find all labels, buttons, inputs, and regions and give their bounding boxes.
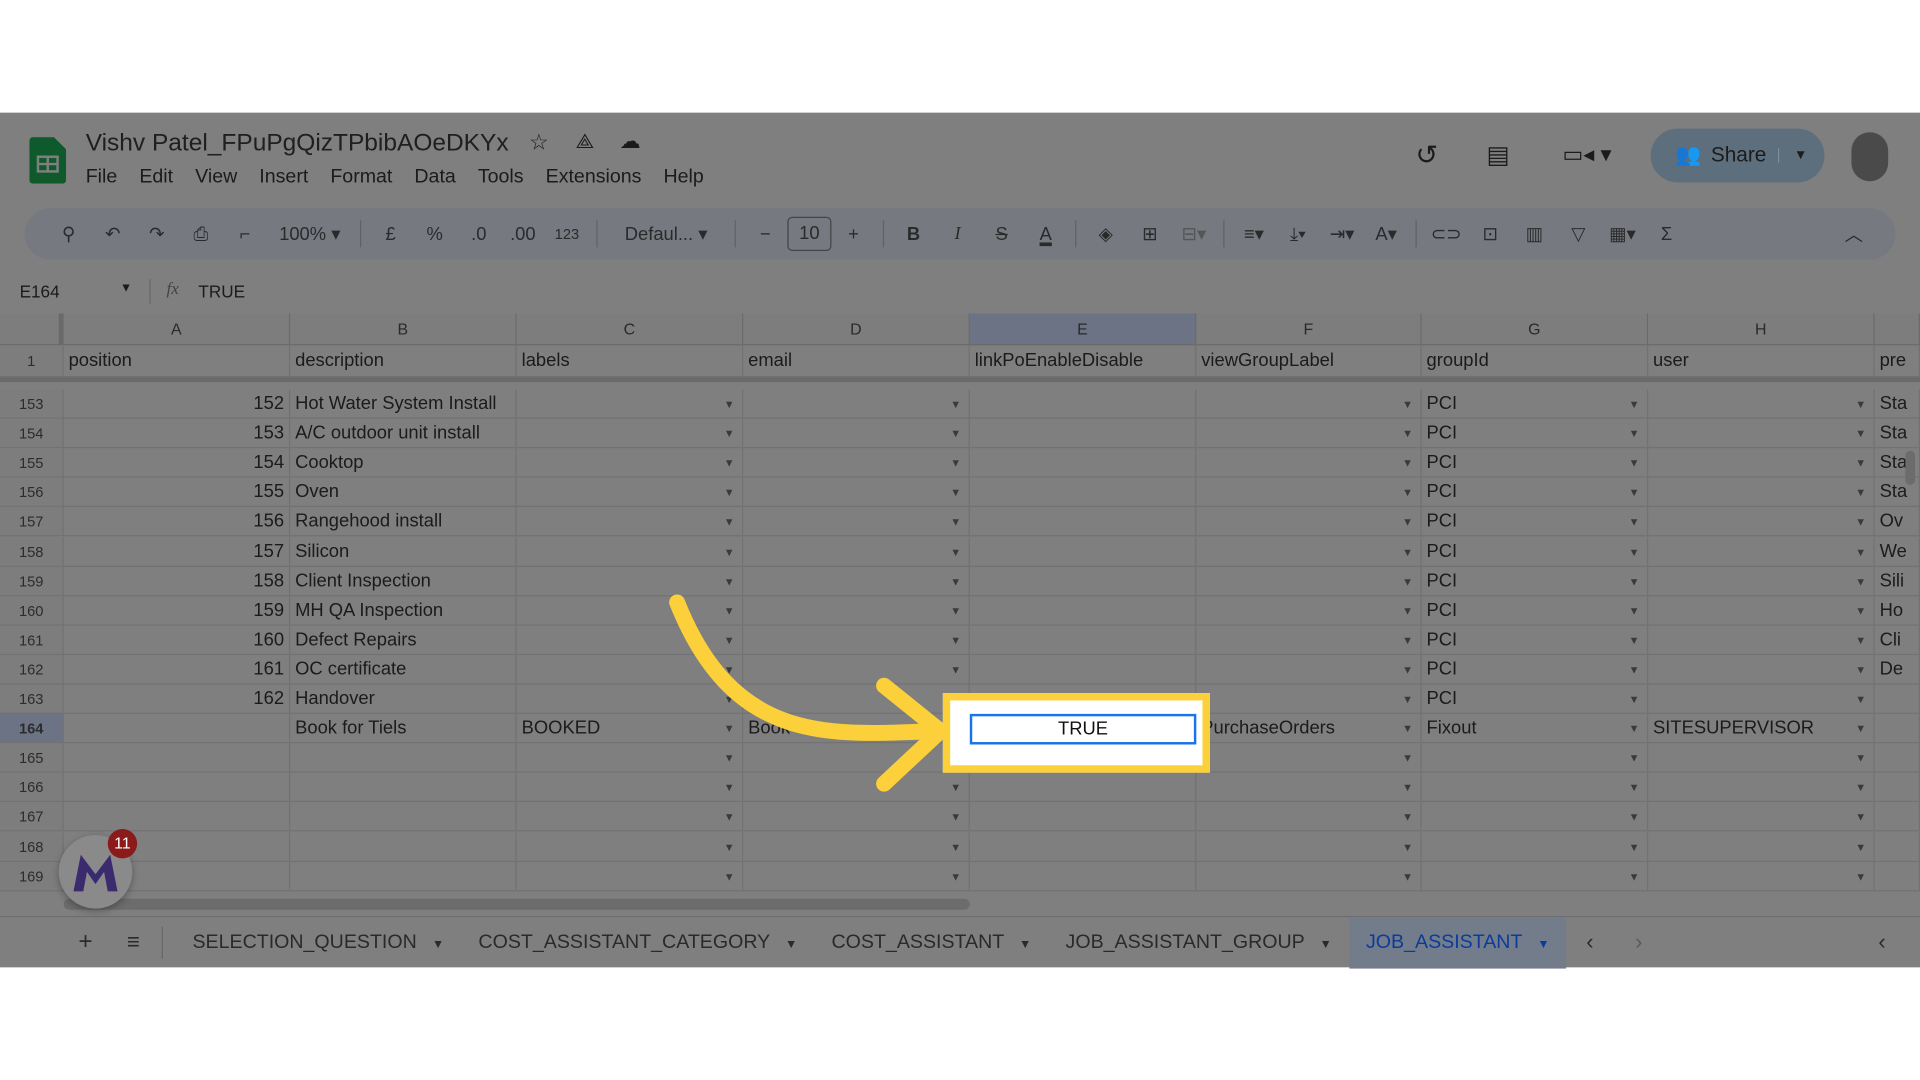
screen: Vishv Patel_FPuPgQizTPbibAOeDKYx ☆ ⟁ ☁ F… — [0, 0, 1920, 1080]
m-logo-icon — [73, 854, 118, 892]
arrow-annotation-icon — [669, 594, 949, 792]
notification-badge: 11 — [107, 828, 138, 859]
